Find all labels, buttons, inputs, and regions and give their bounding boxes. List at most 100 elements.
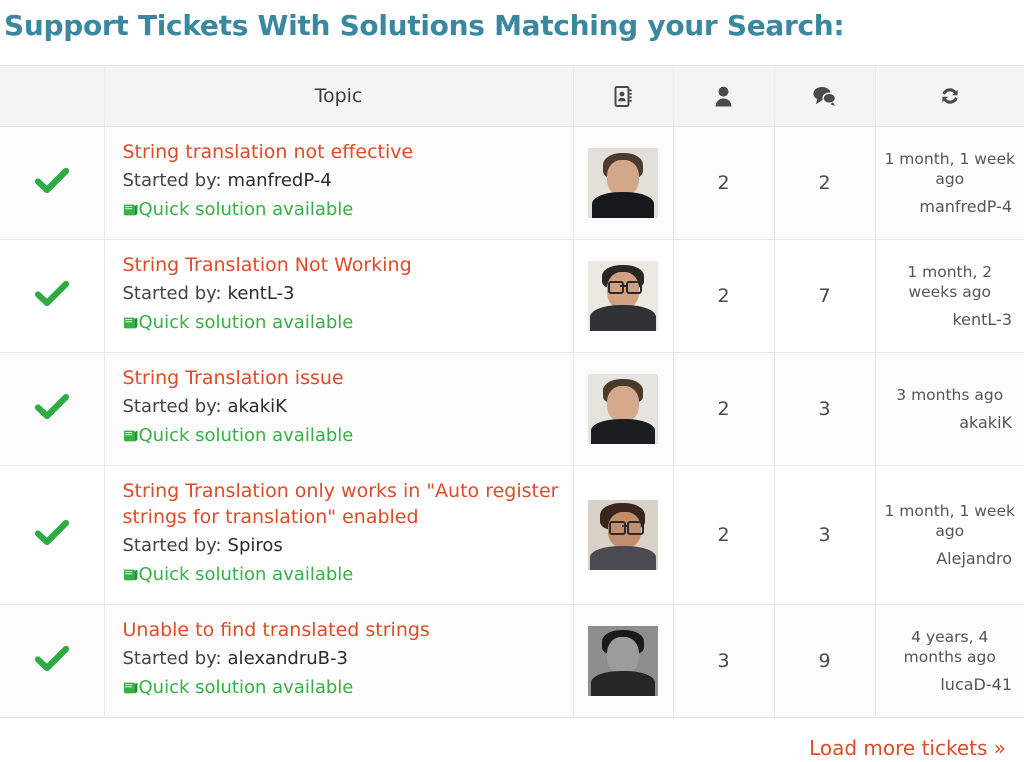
topic-cell: String Translation Not Working Started b…	[104, 240, 573, 353]
ticket-title-link[interactable]: String Translation issue	[123, 365, 559, 391]
freshness-time: 1 month, 1 week ago	[884, 149, 1017, 189]
user-icon	[674, 86, 774, 107]
green-check-icon	[35, 393, 69, 421]
comments-icon	[775, 86, 875, 106]
started-by-label: Started by:	[123, 396, 222, 417]
avatar-cell	[573, 240, 673, 353]
freshness-author[interactable]: kentL-3	[884, 310, 1017, 330]
started-by: Started by:alexandruB-3	[123, 645, 559, 672]
freshness-time: 1 month, 1 week ago	[884, 501, 1017, 541]
book-icon	[123, 198, 138, 225]
topic-cell: String Translation only works in "Auto r…	[104, 466, 573, 605]
avatar[interactable]	[588, 626, 658, 696]
support-tickets-page: Support Tickets With Solutions Matching …	[0, 0, 1024, 762]
quick-solution-link[interactable]: Quick solution available	[123, 674, 559, 703]
posts-count: 3	[774, 466, 875, 605]
avatar[interactable]	[588, 374, 658, 444]
quick-solution-label: Quick solution available	[139, 425, 354, 446]
table-row: String Translation issue Started by:akak…	[0, 353, 1024, 466]
status-cell	[0, 240, 104, 353]
avatar[interactable]	[588, 261, 658, 331]
freshness-author[interactable]: akakiK	[884, 413, 1017, 433]
status-cell	[0, 127, 104, 240]
avatar-cell	[573, 605, 673, 718]
topic-cell: Unable to find translated strings Starte…	[104, 605, 573, 718]
quick-solution-link[interactable]: Quick solution available	[123, 309, 559, 338]
table-row: String Translation only works in "Auto r…	[0, 466, 1024, 605]
freshness-time: 1 month, 2 weeks ago	[884, 262, 1017, 302]
freshness-author[interactable]: lucaD-41	[884, 675, 1017, 695]
posts-count: 9	[774, 605, 875, 718]
ticket-title-link[interactable]: String translation not effective	[123, 139, 559, 165]
posts-count: 2	[774, 127, 875, 240]
page-title: Support Tickets With Solutions Matching …	[0, 0, 1024, 46]
started-by-label: Started by:	[123, 283, 222, 304]
column-header-avatar[interactable]	[573, 66, 673, 127]
status-cell	[0, 605, 104, 718]
column-header-topic[interactable]: Topic	[104, 66, 573, 127]
freshness-cell: 3 months ago akakiK	[875, 353, 1024, 466]
green-check-icon	[35, 167, 69, 195]
voices-count: 2	[673, 466, 774, 605]
column-header-status	[0, 66, 104, 127]
voices-count: 3	[673, 605, 774, 718]
avatar-cell	[573, 127, 673, 240]
voices-count: 2	[673, 127, 774, 240]
book-icon	[123, 676, 138, 703]
started-by-label: Started by:	[123, 535, 222, 556]
green-check-icon	[35, 645, 69, 673]
address-book-icon	[574, 86, 673, 107]
avatar[interactable]	[588, 500, 658, 570]
column-header-posts[interactable]	[774, 66, 875, 127]
book-icon	[123, 311, 138, 338]
freshness-author[interactable]: Alejandro	[884, 549, 1017, 569]
green-check-icon	[35, 519, 69, 547]
column-header-freshness[interactable]	[875, 66, 1024, 127]
started-by-label: Started by:	[123, 170, 222, 191]
quick-solution-link[interactable]: Quick solution available	[123, 561, 559, 590]
freshness-cell: 4 years, 4 months ago lucaD-41	[875, 605, 1024, 718]
avatar[interactable]	[588, 148, 658, 218]
started-by: Started by:manfredP-4	[123, 167, 559, 194]
refresh-icon	[876, 86, 1024, 106]
table-footer: Load more tickets »	[0, 718, 1024, 762]
table-body: String translation not effective Started…	[0, 127, 1024, 718]
voices-count: 2	[673, 240, 774, 353]
ticket-title-link[interactable]: String Translation Not Working	[123, 252, 559, 278]
quick-solution-label: Quick solution available	[139, 677, 354, 698]
table-row: Unable to find translated strings Starte…	[0, 605, 1024, 718]
started-by: Started by:kentL-3	[123, 280, 559, 307]
posts-count: 7	[774, 240, 875, 353]
ticket-author[interactable]: Spiros	[222, 535, 283, 556]
started-by: Started by:akakiK	[123, 393, 559, 420]
ticket-author[interactable]: kentL-3	[222, 283, 295, 304]
table-row: String Translation Not Working Started b…	[0, 240, 1024, 353]
status-cell	[0, 466, 104, 605]
column-header-voices[interactable]	[673, 66, 774, 127]
freshness-time: 3 months ago	[884, 385, 1017, 405]
avatar-cell	[573, 466, 673, 605]
book-icon	[123, 563, 138, 590]
ticket-author[interactable]: manfredP-4	[222, 170, 332, 191]
ticket-author[interactable]: alexandruB-3	[222, 648, 348, 669]
freshness-author[interactable]: manfredP-4	[884, 197, 1017, 217]
quick-solution-label: Quick solution available	[139, 199, 354, 220]
posts-count: 3	[774, 353, 875, 466]
table-row: String translation not effective Started…	[0, 127, 1024, 240]
freshness-time: 4 years, 4 months ago	[884, 627, 1017, 667]
avatar-cell	[573, 353, 673, 466]
topic-cell: String Translation issue Started by:akak…	[104, 353, 573, 466]
voices-count: 2	[673, 353, 774, 466]
quick-solution-link[interactable]: Quick solution available	[123, 196, 559, 225]
freshness-cell: 1 month, 2 weeks ago kentL-3	[875, 240, 1024, 353]
freshness-cell: 1 month, 1 week ago Alejandro	[875, 466, 1024, 605]
quick-solution-label: Quick solution available	[139, 312, 354, 333]
green-check-icon	[35, 280, 69, 308]
ticket-title-link[interactable]: String Translation only works in "Auto r…	[123, 478, 559, 530]
ticket-title-link[interactable]: Unable to find translated strings	[123, 617, 559, 643]
status-cell	[0, 353, 104, 466]
freshness-cell: 1 month, 1 week ago manfredP-4	[875, 127, 1024, 240]
ticket-author[interactable]: akakiK	[222, 396, 287, 417]
topic-cell: String translation not effective Started…	[104, 127, 573, 240]
quick-solution-link[interactable]: Quick solution available	[123, 422, 559, 451]
